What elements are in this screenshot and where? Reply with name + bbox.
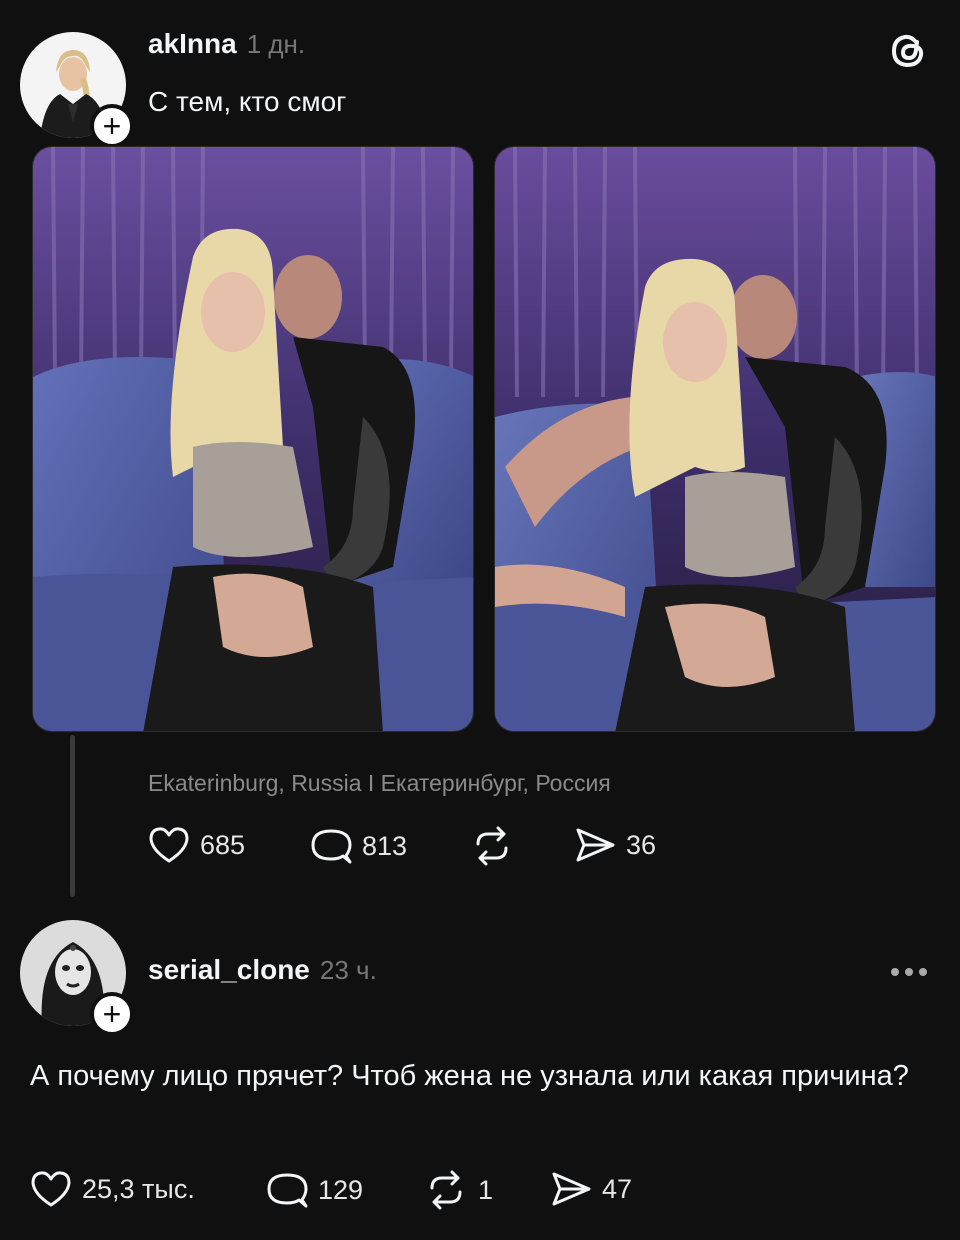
reply-repost-button[interactable]: 1 [424, 1170, 493, 1210]
more-icon[interactable] [888, 962, 930, 987]
repost-icon [476, 826, 508, 866]
reply-count: 813 [362, 830, 408, 861]
plus-icon: + [102, 996, 122, 1032]
reply-button[interactable]: 813 [310, 826, 407, 866]
share-button[interactable]: 36 [574, 826, 656, 864]
repost-icon [430, 1170, 462, 1210]
reply-share-button[interactable]: 47 [550, 1170, 632, 1208]
heart-icon [31, 1171, 71, 1207]
follow-plus-button[interactable]: + [90, 104, 134, 148]
post-photo-2[interactable] [494, 146, 936, 732]
plus-icon: + [102, 108, 122, 144]
post-location[interactable]: Ekaterinburg, Russia I Екатеринбург, Рос… [148, 770, 611, 797]
post-header: akInna 1 дн. [148, 28, 305, 60]
post-username[interactable]: akInna [148, 28, 237, 60]
comment-icon [267, 1173, 308, 1208]
post-photo-1[interactable] [32, 146, 474, 732]
reply-text: А почему лицо прячет? Чтоб жена не узнал… [30, 1060, 909, 1092]
follow-plus-button[interactable]: + [90, 992, 134, 1036]
post-time: 1 дн. [246, 29, 306, 59]
reply-like-button[interactable]: 25,3 тыс. [30, 1170, 195, 1208]
reply-repost-count: 1 [478, 1174, 494, 1205]
reply-like-count: 25,3 тыс. [82, 1173, 195, 1204]
share-icon [576, 828, 615, 862]
share-count: 36 [626, 829, 657, 860]
share-icon [552, 1172, 591, 1206]
threads-logo-icon[interactable] [886, 28, 930, 77]
like-button[interactable]: 685 [148, 826, 245, 864]
like-count: 685 [200, 829, 246, 860]
photo-1-image [33, 147, 473, 731]
reply-time: 23 ч. [319, 955, 377, 985]
reply-reply-count: 129 [318, 1174, 364, 1205]
reply-username[interactable]: serial_clone [148, 954, 310, 986]
photo-2-image [495, 147, 935, 731]
comment-icon [311, 829, 352, 864]
reply-reply-button[interactable]: 129 [266, 1170, 363, 1210]
post-text: С тем, кто смог [148, 86, 347, 117]
thread-connector-line [70, 735, 75, 897]
reply-share-count: 47 [602, 1173, 633, 1204]
repost-button[interactable] [470, 826, 514, 866]
reply-header: serial_clone 23 ч. [148, 954, 377, 986]
heart-icon [149, 827, 189, 863]
